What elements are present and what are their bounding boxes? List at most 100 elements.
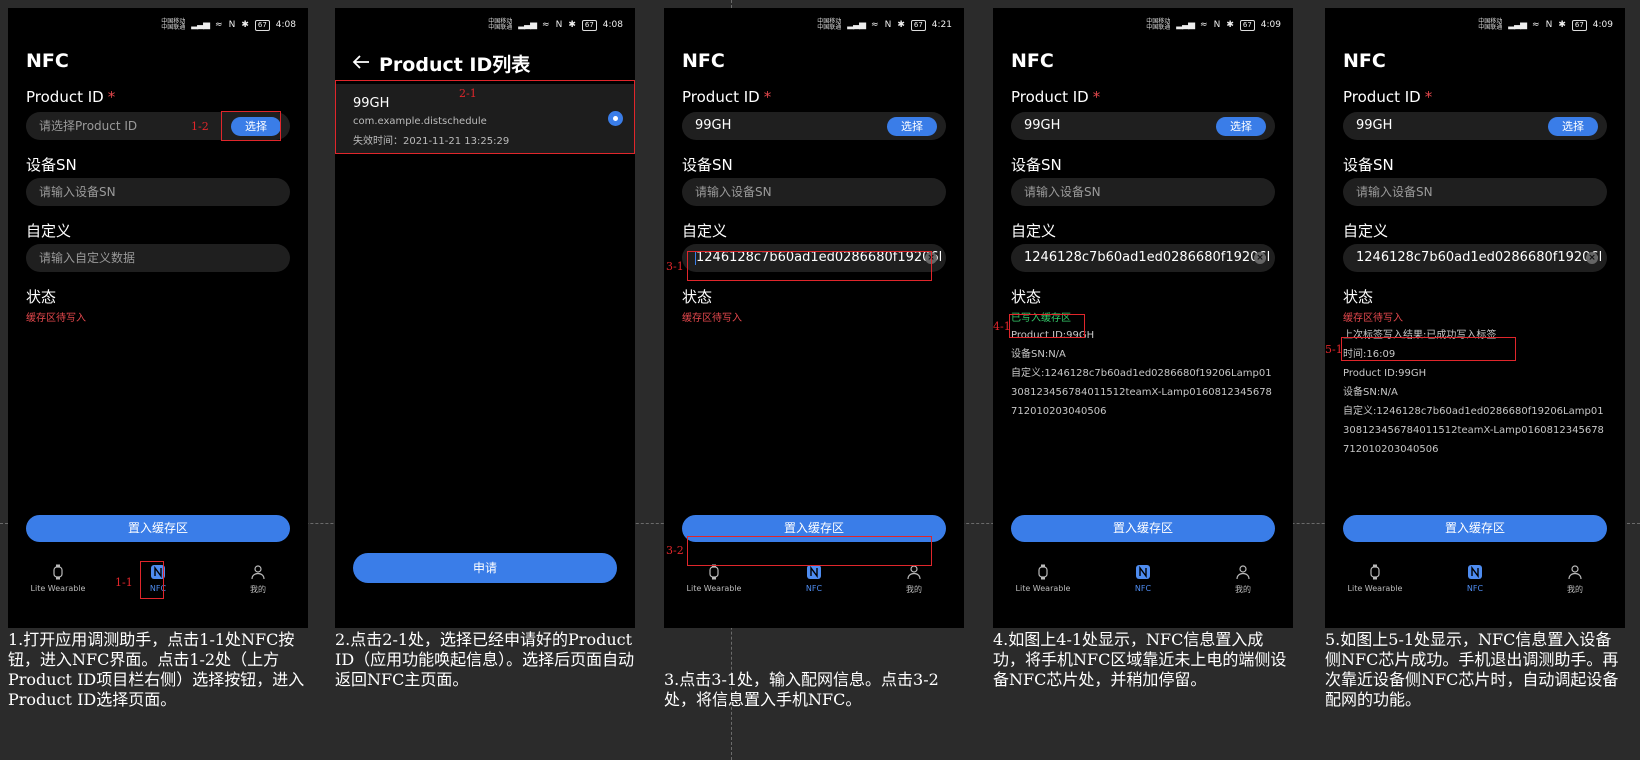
highlight-5-1: [1341, 337, 1516, 361]
mark-5-1: 5-1: [1325, 343, 1343, 356]
device-sn-line: 设备SN:N/A: [1011, 349, 1066, 360]
status-label: 状态: [1343, 288, 1374, 306]
back-arrow-icon[interactable]: [351, 52, 371, 72]
nav-item-lite-wearable[interactable]: Lite Wearable: [664, 564, 764, 593]
watch-icon: [1370, 564, 1380, 580]
signal-icon: ▂▃▅: [1508, 20, 1527, 30]
screen-nfc-written: 中国移动 中国联通 ▂▃▅ ≈ N ✱ 67 4:09 NFC Product …: [993, 8, 1293, 628]
highlight-1-1: [140, 561, 164, 599]
custom-value: 1246128c7b60ad1ed0286680f19206l: [1356, 250, 1603, 265]
status-bar: 中国移动 中国联通 ▂▃▅ ≈ N ✱ 67 4:08: [488, 18, 623, 32]
bottom-nav: Lite Wearable NFC 我的: [1325, 558, 1625, 603]
nav-item-lite-wearable[interactable]: Lite Wearable: [993, 564, 1093, 593]
screen-nfc-tag-written: 中国移动 中国联通 ▂▃▅ ≈ N ✱ 67 4:09 NFC Product …: [1325, 8, 1625, 628]
mark-1-2: 1-2: [191, 120, 209, 133]
status-label: 状态: [26, 288, 57, 306]
product-id-placeholder: 请选择Product ID: [39, 119, 138, 133]
put-cache-button[interactable]: 置入缓存区: [1011, 515, 1275, 542]
device-sn-label: 设备SN: [26, 156, 77, 174]
nav-item-mine[interactable]: 我的: [208, 564, 308, 595]
clear-icon[interactable]: ×: [1254, 252, 1266, 264]
battery-icon: 67: [1571, 19, 1587, 31]
nav-label: NFC: [1466, 584, 1484, 593]
nav-item-mine[interactable]: 我的: [1193, 564, 1293, 595]
user-icon: [251, 565, 265, 580]
mark-1-1: 1-1: [115, 576, 133, 589]
custom-label: 自定义: [1343, 222, 1389, 240]
device-sn-input[interactable]: 请输入设备SN: [682, 178, 946, 206]
carrier-info: 中国移动 中国联通: [161, 18, 186, 31]
carrier-info: 中国移动 中国联通: [488, 18, 513, 31]
status-value: 缓存区待写入: [682, 313, 742, 324]
caption-step-1: 1.打开应用调测助手，点击1-1处NFC按钮，进入NFC界面。点击1-2处（上方…: [8, 630, 305, 709]
nav-item-lite-wearable[interactable]: Lite Wearable: [8, 564, 108, 593]
nav-label: Lite Wearable: [1015, 584, 1071, 593]
select-button[interactable]: 选择: [887, 117, 937, 136]
nav-item-mine[interactable]: 我的: [1525, 564, 1625, 595]
select-button[interactable]: 选择: [1548, 117, 1598, 136]
mark-3-2: 3-2: [666, 544, 684, 557]
bluetooth-icon: ✱: [568, 20, 576, 30]
nav-label: NFC: [1134, 584, 1152, 593]
nfc-status-icon: N: [228, 20, 236, 30]
wifi-icon: ≈: [542, 20, 550, 30]
nfc-icon: [1468, 565, 1482, 579]
wifi-icon: ≈: [871, 20, 879, 30]
device-sn-input[interactable]: 请输入设备SN: [1011, 178, 1275, 206]
custom-input[interactable]: 1246128c7b60ad1ed0286680f19206l ×: [1011, 244, 1275, 272]
carrier-info: 中国移动 中国联通: [817, 18, 842, 31]
bottom-nav: Lite Wearable NFC 我的: [993, 558, 1293, 603]
device-sn-input[interactable]: 请输入设备SN: [1343, 178, 1607, 206]
nav-label: 我的: [1235, 585, 1251, 594]
product-id-value: 99GH: [695, 118, 732, 133]
product-id-field[interactable]: 99GH 选择: [682, 112, 946, 140]
status-value: 缓存区待写入: [26, 313, 86, 324]
bluetooth-icon: ✱: [1226, 20, 1234, 30]
nav-item-lite-wearable[interactable]: Lite Wearable: [1325, 564, 1425, 593]
page-title: NFC: [1343, 50, 1386, 72]
select-button[interactable]: 选择: [1216, 117, 1266, 136]
custom-input[interactable]: 1246128c7b60ad1ed0286680f19206l ×: [1343, 244, 1607, 272]
watch-icon: [53, 564, 63, 580]
user-icon: [907, 565, 921, 580]
signal-icon: ▂▃▅: [847, 20, 866, 30]
product-id-value: 99GH: [1356, 118, 1393, 133]
nav-label: Lite Wearable: [1347, 584, 1403, 593]
product-id-field[interactable]: 99GH 选择: [1343, 112, 1607, 140]
page-title: NFC: [682, 50, 725, 72]
custom-line: 自定义:1246128c7b60ad1ed0286680f19206Lamp01…: [1011, 368, 1272, 417]
page-title: NFC: [1011, 50, 1054, 72]
nav-item-nfc[interactable]: NFC: [1093, 564, 1193, 593]
device-sn-input[interactable]: 请输入设备SN: [26, 178, 290, 206]
wifi-icon: ≈: [1200, 20, 1208, 30]
battery-icon: 67: [910, 19, 926, 31]
status-bar: 中国移动 中国联通 ▂▃▅ ≈ N ✱ 67 4:09: [1478, 18, 1613, 32]
signal-icon: ▂▃▅: [191, 20, 210, 30]
screen-nfc-input: 中国移动 中国联通 ▂▃▅ ≈ N ✱ 67 4:21 NFC Product …: [664, 8, 964, 628]
clear-icon[interactable]: ×: [1586, 252, 1598, 264]
highlight-3-1: [687, 251, 932, 281]
screen-nfc-empty: 中国移动 中国联通 ▂▃▅ ≈ N ✱ 67 4:08 NFC Product …: [8, 8, 308, 628]
product-id-label: Product ID *: [682, 88, 772, 106]
product-id-field[interactable]: 99GH 选择: [1011, 112, 1275, 140]
put-cache-button[interactable]: 置入缓存区: [1343, 515, 1607, 542]
status-label: 状态: [682, 288, 713, 306]
custom-value: 1246128c7b60ad1ed0286680f19206l: [1024, 250, 1271, 265]
nav-item-nfc[interactable]: NFC: [764, 564, 864, 593]
put-cache-button[interactable]: 置入缓存区: [26, 515, 290, 542]
bluetooth-icon: ✱: [897, 20, 905, 30]
battery-icon: 67: [581, 19, 597, 31]
apply-button[interactable]: 申请: [353, 553, 617, 583]
status-bar: 中国移动 中国联通 ▂▃▅ ≈ N ✱ 67 4:09: [1146, 18, 1281, 32]
nav-item-nfc[interactable]: NFC: [1425, 564, 1525, 593]
bluetooth-icon: ✱: [1558, 20, 1566, 30]
nav-label: 我的: [1567, 585, 1583, 594]
nav-item-mine[interactable]: 我的: [864, 564, 964, 595]
custom-input[interactable]: 请输入自定义数据: [26, 244, 290, 272]
page-title: NFC: [26, 50, 69, 72]
nfc-status-icon: N: [1545, 20, 1553, 30]
mark-3-1: 3-1: [666, 260, 684, 273]
clock: 4:08: [275, 20, 296, 30]
bluetooth-icon: ✱: [241, 20, 249, 30]
status-bar: 中国移动 中国联通 ▂▃▅ ≈ N ✱ 67 4:21: [817, 18, 952, 32]
